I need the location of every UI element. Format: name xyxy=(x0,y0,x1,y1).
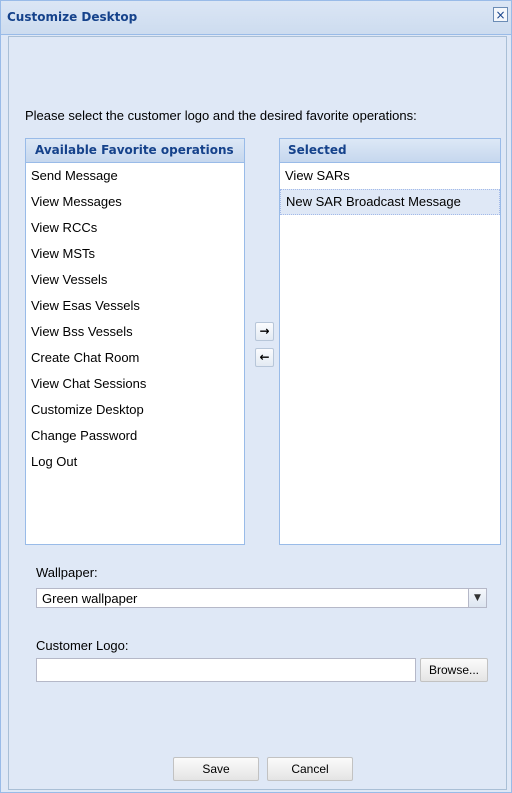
window-titlebar[interactable]: Customize Desktop × xyxy=(1,1,511,35)
selected-operations-list: Selected View SARs New SAR Broadcast Mes… xyxy=(279,138,501,545)
list-item[interactable]: View RCCs xyxy=(26,215,244,241)
list-item[interactable]: View Chat Sessions xyxy=(26,371,244,397)
customer-logo-field[interactable] xyxy=(36,658,416,682)
list-item[interactable]: Log Out xyxy=(26,449,244,475)
available-operations-list: Available Favorite operations Send Messa… xyxy=(25,138,245,545)
list-item[interactable]: Send Message xyxy=(26,163,244,189)
instructions-text: Please select the customer logo and the … xyxy=(25,108,417,123)
close-icon[interactable]: × xyxy=(493,7,508,22)
wallpaper-select-value: Green wallpaper xyxy=(42,591,138,606)
available-list-header-label: Available Favorite operations xyxy=(35,143,234,157)
browse-button[interactable]: Browse... xyxy=(420,658,488,682)
arrow-right-icon: → xyxy=(259,324,270,338)
cancel-button[interactable]: Cancel xyxy=(267,757,353,781)
wallpaper-select[interactable]: Green wallpaper ▼ xyxy=(36,588,487,608)
list-item[interactable]: Create Chat Room xyxy=(26,345,244,371)
arrow-left-icon: ← xyxy=(259,350,270,364)
list-item[interactable]: View Vessels xyxy=(26,267,244,293)
available-list-header: Available Favorite operations xyxy=(26,139,244,163)
list-item[interactable]: Change Password xyxy=(26,423,244,449)
list-item[interactable]: View Messages xyxy=(26,189,244,215)
move-right-button[interactable]: → xyxy=(255,322,274,341)
list-item[interactable]: View MSTs xyxy=(26,241,244,267)
selected-list-header-label: Selected xyxy=(288,143,347,157)
list-item[interactable]: Customize Desktop xyxy=(26,397,244,423)
move-left-button[interactable]: ← xyxy=(255,348,274,367)
customize-desktop-window: Customize Desktop × Please select the cu… xyxy=(0,0,512,793)
window-title: Customize Desktop xyxy=(7,10,138,24)
customer-logo-label: Customer Logo: xyxy=(36,638,129,653)
list-item[interactable]: View SARs xyxy=(280,163,500,189)
wallpaper-label: Wallpaper: xyxy=(36,565,98,580)
selected-list-header: Selected xyxy=(280,139,500,163)
list-item[interactable]: View Bss Vessels xyxy=(26,319,244,345)
list-item-selected[interactable]: New SAR Broadcast Message xyxy=(280,189,500,215)
chevron-down-icon[interactable]: ▼ xyxy=(468,589,486,607)
save-button[interactable]: Save xyxy=(173,757,259,781)
list-item[interactable]: View Esas Vessels xyxy=(26,293,244,319)
